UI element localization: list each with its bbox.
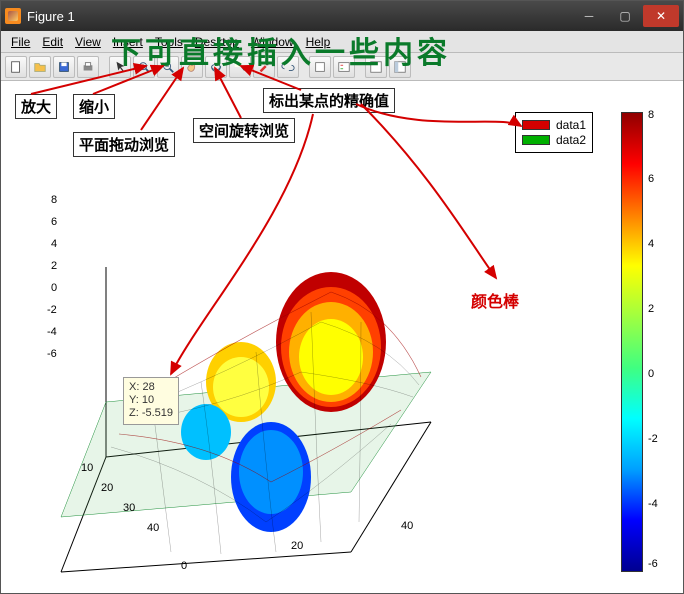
z-tick: 6 [51,216,57,228]
z-tick: 4 [51,238,57,250]
datatip-x: X: 28 [129,381,173,394]
y-tick: 30 [123,502,135,514]
legend-swatch-2 [522,135,550,145]
annotation-zoom-in: 放大 [15,94,57,119]
legend-item: data2 [522,133,586,147]
print-button[interactable] [77,56,99,78]
legend-label-2: data2 [556,133,586,147]
colorbar-tick: -2 [648,433,658,445]
colorbar-tick: 2 [648,303,654,315]
y-tick: 10 [81,462,93,474]
datatip-y: Y: 10 [129,394,173,407]
z-tick: 2 [51,260,57,272]
x-tick: 40 [401,520,413,532]
separator [101,56,107,78]
y-tick: 40 [147,522,159,534]
legend[interactable]: data1 data2 [515,112,593,153]
close-button[interactable]: ✕ [643,5,679,27]
z-tick: 0 [51,282,57,294]
annotation-insert-hint: 下可直接插入一些内容 [111,28,451,72]
x-tick: 0 [181,560,187,572]
colorbar-tick: 6 [648,173,654,185]
datatip-z: Z: -5.519 [129,407,173,420]
menu-edit[interactable]: Edit [36,33,69,51]
colorbar-tick: 8 [648,109,654,121]
annotation-data-cursor: 标出某点的精确值 [263,88,395,113]
colorbar-tick: 4 [648,238,654,250]
annotation-zoom-out: 缩小 [73,94,115,119]
z-tick: -2 [47,304,57,316]
window-title: Figure 1 [27,9,571,24]
maximize-button[interactable]: ▢ [607,5,643,27]
colorbar-tick: -4 [648,498,658,510]
new-figure-button[interactable] [5,56,27,78]
colorbar[interactable]: 8 6 4 2 0 -2 -4 -6 [621,112,643,572]
annotation-pan: 平面拖动浏览 [73,132,175,157]
y-tick: 20 [101,482,113,494]
minimize-button[interactable]: ─ [571,5,607,27]
z-tick: 8 [51,194,57,206]
z-tick: -6 [47,348,57,360]
menu-view[interactable]: View [69,33,107,51]
colorbar-tick: 0 [648,368,654,380]
menu-file[interactable]: File [5,33,36,51]
legend-item: data1 [522,118,586,132]
legend-label-1: data1 [556,118,586,132]
matlab-icon [5,8,21,24]
annotation-colorbar-label: 颜色棒 [471,288,519,312]
annotation-rotate: 空间旋转浏览 [193,118,295,143]
titlebar[interactable]: Figure 1 ─ ▢ ✕ [1,1,683,31]
open-button[interactable] [29,56,51,78]
x-tick: 20 [291,540,303,552]
data-cursor-tip[interactable]: X: 28 Y: 10 Z: -5.519 [123,377,179,425]
z-tick: -4 [47,326,57,338]
figure-canvas[interactable]: 下可直接插入一些内容 [1,81,683,593]
colorbar-tick: -6 [648,558,658,570]
figure-window: Figure 1 ─ ▢ ✕ File Edit View Insert Too… [0,0,684,594]
legend-swatch-1 [522,120,550,130]
save-button[interactable] [53,56,75,78]
